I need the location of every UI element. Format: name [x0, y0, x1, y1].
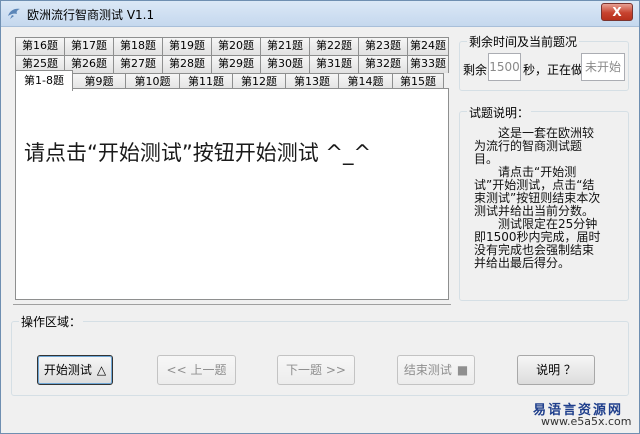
current-question-field: 未开始 — [581, 53, 625, 81]
description-paragraph: 这是一套在欧洲较为流行的智商测试题目。 — [474, 126, 595, 166]
help-button[interactable]: 说明 ？ — [517, 355, 595, 385]
app-window: 欧洲流行智商测试 V1.1 X 第16题 第17题 第18题 第19题 第20题… — [0, 0, 640, 434]
end-test-button[interactable]: 结束测试 ■ — [397, 355, 475, 385]
description-paragraph: 请点击“开始测试”开始测试，点击“结束测试”按钮则结束本次测试并给出当前分数。 — [474, 165, 601, 218]
description-group-title: 试题说明： — [467, 104, 532, 121]
end-test-label: 结束测试 — [403, 363, 452, 377]
previous-question-button[interactable]: << 上一题 — [157, 355, 236, 385]
next-question-button[interactable]: 下一题 >> — [277, 355, 355, 385]
tab-q19[interactable]: 第19题 — [162, 37, 212, 55]
tab-q32[interactable]: 第32题 — [358, 55, 408, 73]
tab-q28[interactable]: 第28题 — [162, 55, 212, 73]
start-test-label: 开始测试 — [43, 363, 92, 377]
current-status-label: 秒，正在做 — [523, 63, 584, 77]
tab-q30[interactable]: 第30题 — [260, 55, 310, 73]
close-button[interactable]: X — [601, 3, 633, 21]
tab-q23[interactable]: 第23题 — [358, 37, 408, 55]
tab-q27[interactable]: 第27题 — [113, 55, 163, 73]
remaining-seconds-field: 1500 — [488, 53, 521, 81]
tab-row-2: 第25题 第26题 第27题 第28题 第29题 第30题 第31题 第32题 … — [15, 55, 449, 73]
tab-q24[interactable]: 第24题 — [407, 37, 449, 55]
remaining-label: 剩余 — [463, 63, 488, 77]
tab-q33[interactable]: 第33题 — [407, 55, 449, 73]
title-bar: 欧洲流行智商测试 V1.1 X — [1, 1, 639, 27]
app-dolphin-icon — [8, 8, 20, 19]
tab-q18[interactable]: 第18题 — [113, 37, 163, 55]
close-icon: X — [612, 5, 622, 19]
tab-q31[interactable]: 第31题 — [309, 55, 359, 73]
window-title: 欧洲流行智商测试 V1.1 — [27, 8, 155, 22]
question-panel: 请点击“开始测试”按钮开始测试 ^_^ — [15, 88, 449, 300]
tab-q17[interactable]: 第17题 — [64, 37, 114, 55]
tab-row-1: 第16题 第17题 第18题 第19题 第20题 第21题 第22题 第23题 … — [15, 37, 449, 55]
status-group-title: 剩余时间及当前题况 — [467, 33, 580, 50]
start-test-button[interactable]: 开始测试 △ — [37, 355, 113, 385]
watermark-url: www.e5a5x.com — [541, 415, 632, 428]
stop-square-icon: ■ — [456, 363, 469, 377]
start-triangle-icon: △ — [96, 363, 107, 377]
description-paragraph: 测试限定在25分钟即1500秒内完成，届时没有完成也会强制结束并给出最后得分。 — [474, 217, 601, 270]
tab-q20[interactable]: 第20题 — [211, 37, 261, 55]
start-prompt: 请点击“开始测试”按钮开始测试 ^_^ — [24, 141, 372, 165]
tab-q16[interactable]: 第16题 — [15, 37, 65, 55]
tab-q21[interactable]: 第21题 — [260, 37, 310, 55]
tab-q29[interactable]: 第29题 — [211, 55, 261, 73]
tab-q22[interactable]: 第22题 — [309, 37, 359, 55]
operations-group-title: 操作区域： — [19, 313, 84, 330]
description-text: 这是一套在欧洲较为流行的智商测试题目。 请点击“开始测试”开始测试，点击“结束测… — [474, 127, 602, 270]
tab-q1-8[interactable]: 第1-8题 — [15, 70, 73, 91]
